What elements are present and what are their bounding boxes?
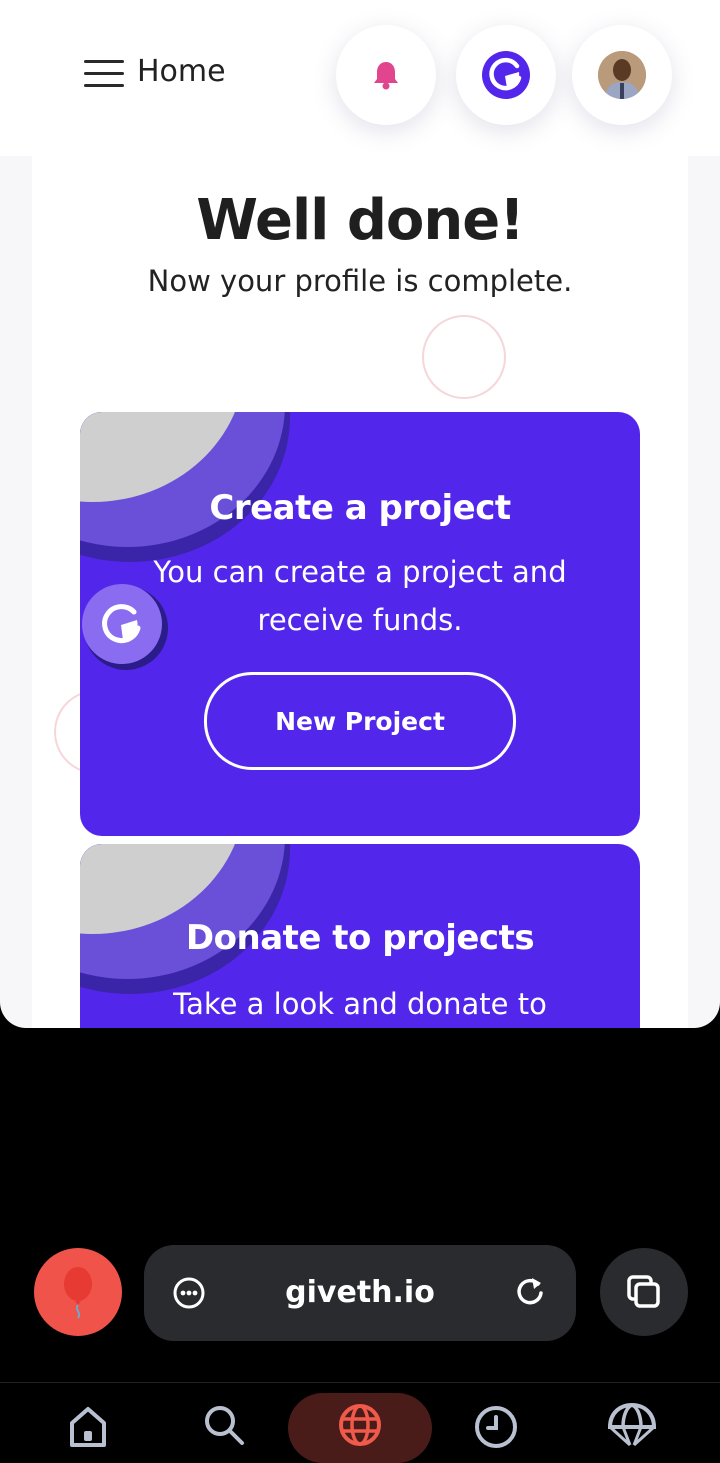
tabs-icon	[627, 1275, 660, 1308]
bottom-navigation	[0, 1382, 720, 1463]
tabs-button[interactable]	[600, 1248, 688, 1336]
card-text: You can create a project and	[153, 555, 567, 589]
hero-subtitle: Now your profile is complete.	[147, 264, 573, 298]
card-title: Donate to projects	[185, 918, 535, 958]
profile-button[interactable]	[572, 25, 672, 125]
card-text: Take a look and donate to	[173, 987, 547, 1021]
parachute-icon	[607, 1402, 657, 1447]
page-title: Home	[137, 54, 226, 89]
decorative-ring	[422, 315, 506, 399]
nav-search[interactable]	[196, 1401, 252, 1457]
giveth-logo-icon	[482, 51, 530, 99]
notification-button[interactable]	[336, 25, 436, 125]
nav-home[interactable]	[60, 1401, 116, 1457]
nav-history[interactable]	[468, 1401, 524, 1457]
nav-browser[interactable]	[332, 1401, 388, 1457]
hero-title: Well done!	[196, 188, 525, 253]
url-bar[interactable]: giveth.io	[144, 1245, 576, 1341]
clock-icon	[475, 1406, 517, 1448]
globe-icon	[339, 1404, 381, 1446]
giveth-coin-icon	[82, 584, 162, 664]
bell-icon	[374, 62, 398, 90]
home-icon	[70, 1407, 106, 1447]
nav-airdrop[interactable]	[604, 1401, 660, 1457]
search-icon	[205, 1406, 244, 1445]
browser-address-bar: giveth.io	[0, 1240, 720, 1350]
create-project-card: Create a project You can create a projec…	[80, 412, 640, 836]
donate-card: Donate to projects Take a look and donat…	[80, 844, 640, 1028]
card-title: Create a project	[209, 488, 511, 528]
web-page: Home Well done! Now your profile is comp…	[0, 0, 720, 1028]
giveth-wallet-button[interactable]	[456, 25, 556, 125]
top-bar: Home	[0, 0, 720, 156]
reload-icon[interactable]	[512, 1274, 548, 1310]
avatar	[598, 51, 646, 99]
balloon-button[interactable]	[34, 1248, 122, 1336]
new-project-button[interactable]: New Project	[204, 672, 516, 770]
hamburger-menu-icon[interactable]	[84, 58, 124, 90]
balloon-icon	[64, 1267, 92, 1319]
